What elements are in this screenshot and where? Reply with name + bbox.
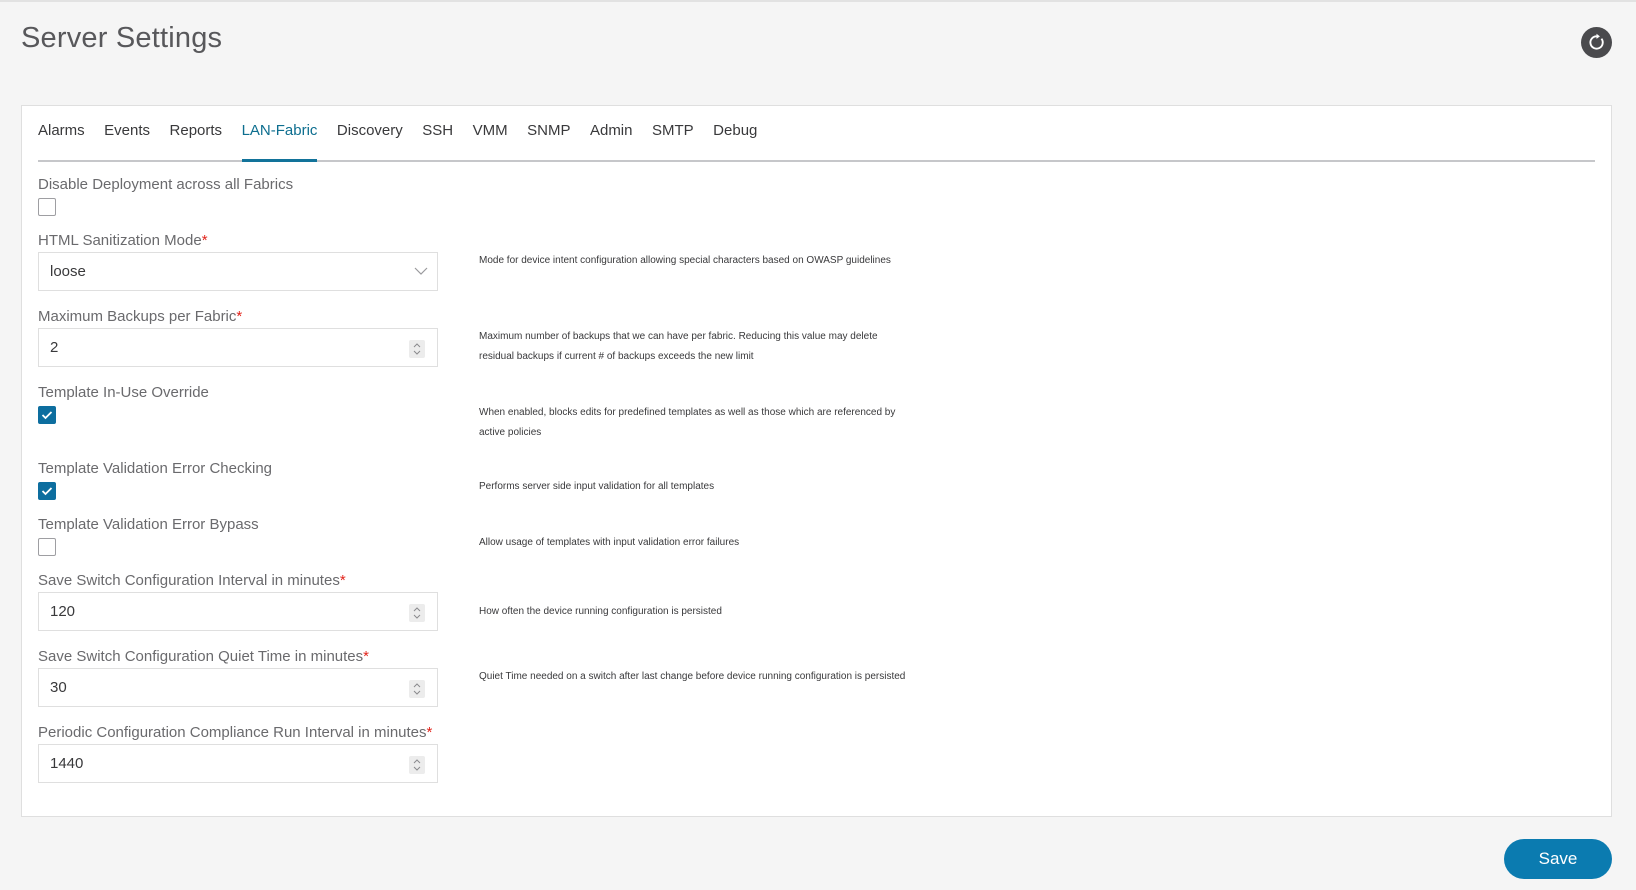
max-backups-label: Maximum Backups per Fabric* xyxy=(38,308,243,325)
template-validation-bypass-label: Template Validation Error Bypass xyxy=(38,516,259,533)
field-template-validation-bypass: Template Validation Error Bypass Allow u… xyxy=(38,516,1238,556)
page-title: Server Settings xyxy=(21,22,223,54)
html-sanitization-help: Mode for device intent configuration all… xyxy=(479,255,891,266)
refresh-icon xyxy=(1589,33,1604,50)
save-quiet-time-label: Save Switch Configuration Quiet Time in … xyxy=(38,648,369,665)
save-quiet-time-input[interactable]: 30 xyxy=(38,668,438,707)
spinner-arrows-icon xyxy=(413,759,421,771)
max-backups-value: 2 xyxy=(50,339,59,356)
template-validation-checking-label: Template Validation Error Checking xyxy=(38,460,273,477)
save-interval-value: 120 xyxy=(50,603,76,620)
field-template-validation-checking: Template Validation Error Checking Perfo… xyxy=(38,460,1238,500)
spinner-arrows-icon xyxy=(413,607,421,619)
compliance-interval-label: Periodic Configuration Compliance Run In… xyxy=(38,724,433,741)
number-spinner[interactable] xyxy=(409,680,425,698)
field-max-backups: Maximum Backups per Fabric* 2 Maximum nu… xyxy=(38,308,1238,367)
field-html-sanitization: HTML Sanitization Mode* loose Mode for d… xyxy=(38,232,1238,291)
tab-ssh[interactable]: SSH xyxy=(422,122,453,160)
tab-smtp[interactable]: SMTP xyxy=(652,122,694,160)
save-quiet-time-value: 30 xyxy=(50,679,67,696)
template-inuse-override-checkbox[interactable] xyxy=(38,406,56,424)
html-sanitization-label: HTML Sanitization Mode* xyxy=(38,232,208,249)
save-quiet-time-help: Quiet Time needed on a switch after last… xyxy=(479,671,906,682)
tab-alarms[interactable]: Alarms xyxy=(38,122,85,160)
chevron-down-icon xyxy=(414,267,428,275)
html-sanitization-value: loose xyxy=(50,263,86,280)
number-spinner[interactable] xyxy=(409,340,425,358)
save-interval-input[interactable]: 120 xyxy=(38,592,438,631)
tab-debug[interactable]: Debug xyxy=(713,122,757,160)
spinner-arrows-icon xyxy=(413,343,421,355)
max-backups-input[interactable]: 2 xyxy=(38,328,438,367)
field-template-inuse-override: Template In-Use Override When enabled, b… xyxy=(38,384,1238,438)
required-mark: * xyxy=(339,572,346,589)
required-mark: * xyxy=(236,308,243,325)
template-validation-bypass-checkbox[interactable] xyxy=(38,538,56,556)
disable-deployment-label: Disable Deployment across all Fabrics xyxy=(38,176,294,193)
check-icon xyxy=(41,411,53,420)
save-interval-label: Save Switch Configuration Interval in mi… xyxy=(38,572,346,589)
save-button[interactable]: Save xyxy=(1504,839,1612,879)
number-spinner[interactable] xyxy=(409,604,425,622)
required-mark: * xyxy=(426,724,433,741)
required-mark: * xyxy=(363,648,369,665)
template-validation-checking-checkbox[interactable] xyxy=(38,482,56,500)
compliance-interval-value: 1440 xyxy=(50,755,84,772)
tab-vmm[interactable]: VMM xyxy=(473,122,508,160)
disable-deployment-checkbox[interactable] xyxy=(38,198,56,216)
number-spinner[interactable] xyxy=(409,756,425,774)
template-inuse-override-label: Template In-Use Override xyxy=(38,384,209,401)
template-validation-checking-help: Performs server side input validation fo… xyxy=(479,481,715,492)
refresh-button[interactable] xyxy=(1581,27,1612,58)
tab-discovery[interactable]: Discovery xyxy=(337,122,403,160)
tab-events[interactable]: Events xyxy=(104,122,150,160)
max-backups-help: Maximum number of backups that we can ha… xyxy=(479,331,878,362)
tab-snmp[interactable]: SNMP xyxy=(527,122,570,160)
field-disable-deployment: Disable Deployment across all Fabrics xyxy=(38,176,1238,216)
tab-bar: Alarms Events Reports LAN-Fabric Discove… xyxy=(38,106,1595,162)
spinner-arrows-icon xyxy=(413,683,421,695)
tab-admin[interactable]: Admin xyxy=(590,122,633,160)
field-save-interval: Save Switch Configuration Interval in mi… xyxy=(38,572,1238,631)
check-icon xyxy=(41,487,53,496)
template-inuse-override-help: When enabled, blocks edits for predefine… xyxy=(479,407,896,438)
required-mark: * xyxy=(201,232,208,249)
save-interval-help: How often the device running configurati… xyxy=(479,606,722,617)
compliance-interval-input[interactable]: 1440 xyxy=(38,744,438,783)
html-sanitization-select[interactable]: loose xyxy=(38,252,438,291)
tab-reports[interactable]: Reports xyxy=(170,122,223,160)
template-validation-bypass-help: Allow usage of templates with input vali… xyxy=(479,537,740,548)
field-save-quiet-time: Save Switch Configuration Quiet Time in … xyxy=(38,648,1238,707)
settings-card: Alarms Events Reports LAN-Fabric Discove… xyxy=(21,105,1612,817)
tab-lan-fabric[interactable]: LAN-Fabric xyxy=(241,122,317,162)
field-compliance-interval: Periodic Configuration Compliance Run In… xyxy=(38,724,1238,783)
